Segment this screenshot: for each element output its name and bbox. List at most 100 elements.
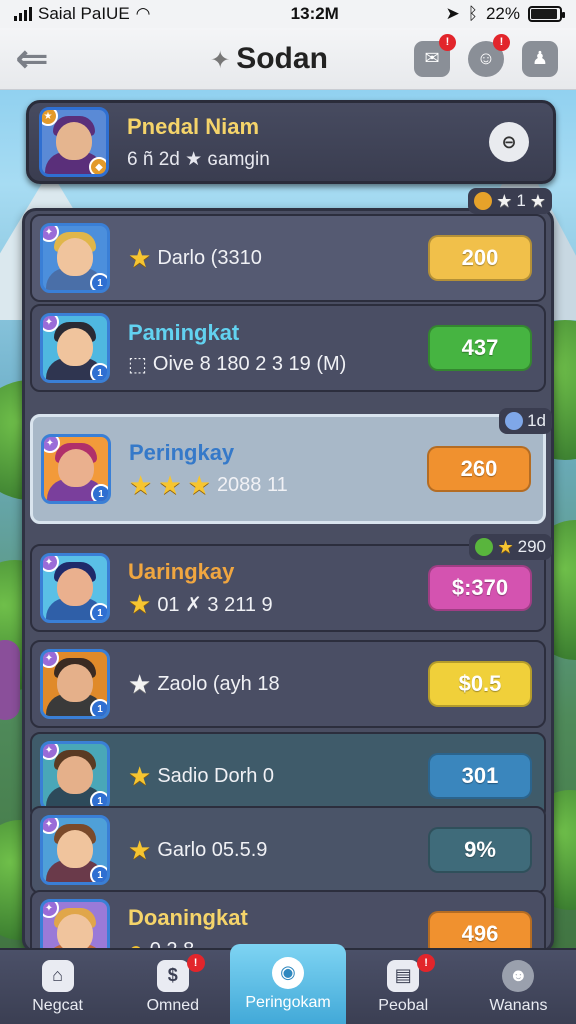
star-icon: ★ <box>129 470 153 500</box>
back-button[interactable]: ⇐ <box>0 28 64 90</box>
player-name: Peringkay <box>129 440 235 465</box>
signal-icon <box>14 7 32 21</box>
player-stats: 01 ✗ 3 211 9 <box>157 593 273 616</box>
info-button[interactable]: ⊖ <box>489 122 529 162</box>
gem-icon <box>475 538 494 556</box>
arrow-left-icon: ⇐ <box>15 36 49 81</box>
mail-icon[interactable]: ✉! <box>414 33 456 77</box>
chat-bubble-icon[interactable]: ☺! <box>468 33 510 77</box>
rank-badge: 1 <box>90 363 107 380</box>
score-button[interactable]: $:370 <box>428 565 532 611</box>
star-icon: ★ <box>128 243 152 273</box>
player-avatar: ✦1 <box>40 223 110 293</box>
box-icon: ⬚ <box>128 353 147 376</box>
star-icon: ★ <box>187 470 211 500</box>
ranking-icon: ◉ <box>272 956 304 989</box>
player-stats-line: ★ Garlo 05.5.9 <box>128 837 428 863</box>
player-header-card[interactable]: ★ ◆ Pnedal Niam 6 ñ 2d ★ ɢamgin ⊖ <box>26 100 556 184</box>
home-icon: ⌂ <box>41 959 74 992</box>
status-time: 13:2M <box>290 4 339 23</box>
score-button[interactable]: $0.5 <box>428 661 532 707</box>
location-icon: ➤ <box>445 4 460 23</box>
ranking-row[interactable]: ✦ 1 Uaringkay ★ 01 ✗ 3 211 9 $:370 <box>30 544 546 632</box>
player-stats: Garlo 05.5.9 <box>157 838 268 861</box>
player-stats: Zaolo (ayh 18 <box>157 672 280 695</box>
player-stats-line: ★ Sadio Dorh 0 <box>128 763 428 789</box>
coin-icon <box>474 192 493 210</box>
profile-icon: ☻ <box>502 959 535 992</box>
player-stats: 2088 11 <box>216 473 288 496</box>
player-stats: 6 ñ 2d ★ ɢamgin <box>127 148 270 170</box>
ranking-row[interactable]: ✦ 1 Pamingkat ⬚ Oive 8 180 2 3 19 (M) 437 <box>30 304 546 392</box>
star-icon: ★ <box>128 761 152 791</box>
wifi-icon: ◠ <box>135 4 151 23</box>
tab-profile[interactable]: ☻ Wanans <box>461 950 576 1024</box>
notification-badge: ! <box>493 33 510 51</box>
player-avatar: ✦1 <box>40 649 110 719</box>
rank-badge: 1 <box>91 484 108 501</box>
score-button[interactable]: 9% <box>428 827 532 873</box>
score-button[interactable]: 200 <box>428 235 532 281</box>
star-icon: ★ <box>496 191 513 211</box>
chevron-icon: ⊖ <box>501 131 517 152</box>
score-button[interactable]: 260 <box>427 446 531 492</box>
star-icon: ★ <box>128 589 152 619</box>
player-stats-line: ★ Darlo (3310 <box>128 245 428 271</box>
star-icon: ★ <box>128 669 152 699</box>
status-bar: Saial PaIUE ◠ 13:2M ➤ ᛒ 22% <box>0 0 576 28</box>
player-avatar: ✦1 <box>40 313 110 383</box>
score-button[interactable]: 437 <box>428 325 532 371</box>
score-button[interactable]: 301 <box>428 753 532 799</box>
star-icon: ★ <box>128 835 152 865</box>
star-icon: ★ <box>529 191 546 211</box>
battery-percent: 22% <box>485 4 520 23</box>
player-name: Pnedal Niam <box>127 113 260 139</box>
tab-news[interactable]: ▤ ! Peobal <box>346 950 461 1024</box>
player-name: Doaningkat <box>128 905 248 930</box>
rank-badge: 1 <box>90 603 107 620</box>
ranking-row[interactable]: ✦ 1 ★ Zaolo (ayh 18 $0.5 <box>30 640 546 728</box>
notification-badge: ! <box>186 954 205 972</box>
player-avatar: ✦1 <box>40 553 110 623</box>
star-icon: ★ <box>497 537 514 557</box>
player-stats: Sadio Dorh 0 <box>157 764 275 787</box>
tab-home[interactable]: ⌂ Negcat <box>0 950 115 1024</box>
player-stats: Darlo (3310 <box>157 246 262 269</box>
notification-badge: ! <box>439 33 456 51</box>
player-avatar: ✦1 <box>41 434 111 504</box>
header-star-badge: ★ 1 ★ <box>468 188 552 214</box>
player-avatar: ★ ◆ <box>39 107 109 177</box>
page-title: ✦ Sodan <box>210 41 328 75</box>
player-stats-line: ★ ★ ★ 2088 11 <box>129 472 427 498</box>
battery-icon <box>528 6 565 22</box>
player-stats-line: ⬚ Oive 8 180 2 3 19 (M) <box>128 352 428 377</box>
row-star-badge: ★ 290 <box>469 534 552 560</box>
bottom-tab-bar: ⌂ Negcat $ ! Omned ◉ Peringokam ▤ ! Peob… <box>0 944 576 1024</box>
nav-bar: ⇐ ✦ Sodan ✉! ☺! ♟ <box>0 28 576 90</box>
news-icon: ▤ <box>387 959 420 992</box>
ranking-row[interactable]: ✦ 1 Peringkay ★ ★ ★ 2088 11 260 <box>30 414 546 524</box>
gem-icon <box>505 412 524 430</box>
player-stats: Oive 8 180 2 3 19 (M) <box>152 352 347 375</box>
sparkle-icon: ✦ <box>210 46 231 74</box>
star-icon: ★ <box>158 470 182 500</box>
notification-badge: ! <box>417 954 436 972</box>
ranking-row[interactable]: ✦ 1 ★ Garlo 05.5.9 9% <box>30 806 546 894</box>
friends-icon[interactable]: ♟ <box>522 40 558 77</box>
tab-ranking[interactable]: ◉ Peringokam <box>230 944 346 1024</box>
player-name: Pamingkat <box>128 319 240 345</box>
carrier-label: Saial PaIUE <box>38 4 130 23</box>
chat-icon: $ <box>156 959 189 992</box>
rank-badge: ◆ <box>89 157 106 174</box>
bluetooth-icon: ᛒ <box>467 4 478 23</box>
player-name: Uaringkay <box>128 559 235 584</box>
rank-badge: 1 <box>90 273 107 290</box>
rank-badge: 1 <box>90 699 107 716</box>
player-avatar: ✦1 <box>40 815 110 885</box>
player-stats-line: ★ 01 ✗ 3 211 9 <box>128 591 428 617</box>
tab-chat[interactable]: $ ! Omned <box>115 950 230 1024</box>
player-stats-line: ★ Zaolo (ayh 18 <box>128 671 428 697</box>
ranking-row[interactable]: ✦ 1 ★ Darlo (3310 200 <box>30 214 546 302</box>
rank-badge: 1 <box>90 865 107 882</box>
player-avatar: ✦1 <box>40 741 110 811</box>
